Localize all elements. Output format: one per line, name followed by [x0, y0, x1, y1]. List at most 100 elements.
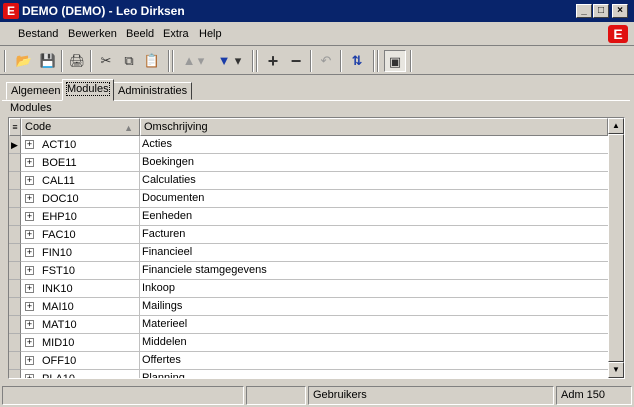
- expand-icon[interactable]: +: [25, 248, 34, 257]
- table-row[interactable]: + EHP10 Eenheden: [9, 208, 608, 226]
- row-selector[interactable]: [9, 190, 21, 208]
- tab-administraties[interactable]: Administraties: [113, 82, 193, 100]
- app-icon[interactable]: E: [3, 3, 19, 19]
- table-row[interactable]: + FST10 Financiele stamgegevens: [9, 262, 608, 280]
- expand-icon[interactable]: +: [25, 302, 34, 311]
- cell-code[interactable]: + OFF10: [21, 352, 140, 370]
- menu-extra[interactable]: Extra: [163, 28, 189, 40]
- row-selector[interactable]: [9, 208, 21, 226]
- open-folder-icon[interactable]: 📂: [13, 50, 35, 72]
- row-selector[interactable]: [9, 154, 21, 172]
- cell-code[interactable]: + FAC10: [21, 226, 140, 244]
- cell-omschrijving[interactable]: Acties: [140, 136, 608, 154]
- cell-omschrijving[interactable]: Mailings: [140, 298, 608, 316]
- expand-icon[interactable]: +: [25, 374, 34, 378]
- expand-icon[interactable]: +: [25, 140, 34, 149]
- column-header-omschrijving[interactable]: Omschrijving: [140, 118, 608, 136]
- paste-icon[interactable]: 📋: [141, 50, 163, 72]
- dropdown-icon[interactable]: ▾: [232, 50, 244, 72]
- table-row[interactable]: + MID10 Middelen: [9, 334, 608, 352]
- table-row[interactable]: + BOE11 Boekingen: [9, 154, 608, 172]
- tab-modules[interactable]: Modules: [62, 79, 114, 101]
- cell-code[interactable]: + FST10: [21, 262, 140, 280]
- close-button[interactable]: ×: [612, 4, 628, 18]
- cell-code[interactable]: + CAL11: [21, 172, 140, 190]
- expand-icon[interactable]: +: [25, 338, 34, 347]
- row-selector[interactable]: [9, 244, 21, 262]
- print-icon[interactable]: 🖨: [66, 50, 88, 72]
- cell-omschrijving[interactable]: Eenheden: [140, 208, 608, 226]
- cell-code[interactable]: + MID10: [21, 334, 140, 352]
- row-selector[interactable]: [9, 262, 21, 280]
- panel-icon[interactable]: ▣: [384, 50, 406, 72]
- table-row[interactable]: + PLA10 Planning: [9, 370, 608, 378]
- cell-code[interactable]: + INK10: [21, 280, 140, 298]
- add-icon[interactable]: +: [262, 50, 284, 72]
- table-row[interactable]: + DOC10 Documenten: [9, 190, 608, 208]
- expand-icon[interactable]: +: [25, 284, 34, 293]
- menu-help[interactable]: Help: [199, 28, 222, 40]
- table-row[interactable]: + FAC10 Facturen: [9, 226, 608, 244]
- row-selector[interactable]: [9, 280, 21, 298]
- scroll-up-button[interactable]: ▲: [608, 118, 624, 134]
- modules-grid[interactable]: ≡ Code ▲ Omschrijving ▶ + ACT10 Acties + BOE1…: [8, 117, 625, 379]
- menu-bewerken[interactable]: Bewerken: [68, 28, 117, 40]
- cell-code[interactable]: + ACT10: [21, 136, 140, 154]
- row-selector[interactable]: [9, 352, 21, 370]
- scroll-down-button[interactable]: ▼: [608, 362, 624, 378]
- cut-icon[interactable]: ✂: [95, 50, 117, 72]
- cell-omschrijving[interactable]: Calculaties: [140, 172, 608, 190]
- cell-code[interactable]: + FIN10: [21, 244, 140, 262]
- table-row[interactable]: ▶ + ACT10 Acties: [9, 136, 608, 154]
- row-selector[interactable]: [9, 172, 21, 190]
- row-selector[interactable]: [9, 226, 21, 244]
- row-selector[interactable]: [9, 370, 21, 378]
- expand-icon[interactable]: +: [25, 356, 34, 365]
- minimize-button[interactable]: _: [576, 4, 592, 18]
- cell-omschrijving[interactable]: Offertes: [140, 352, 608, 370]
- expand-icon[interactable]: +: [25, 230, 34, 239]
- tab-algemeen[interactable]: Algemeen: [6, 82, 66, 100]
- cell-omschrijving[interactable]: Financieel: [140, 244, 608, 262]
- maximize-button[interactable]: □: [593, 4, 609, 18]
- expand-icon[interactable]: +: [25, 320, 34, 329]
- table-row[interactable]: + MAI10 Mailings: [9, 298, 608, 316]
- vertical-scrollbar[interactable]: ▲ ▼: [608, 118, 624, 378]
- cell-code[interactable]: + EHP10: [21, 208, 140, 226]
- dropdown-icon[interactable]: ▾: [195, 50, 207, 72]
- cell-omschrijving[interactable]: Materieel: [140, 316, 608, 334]
- cell-code[interactable]: + MAI10: [21, 298, 140, 316]
- column-header-code[interactable]: Code ▲: [21, 118, 140, 136]
- expand-icon[interactable]: +: [25, 158, 34, 167]
- cell-omschrijving[interactable]: Facturen: [140, 226, 608, 244]
- cell-omschrijving[interactable]: Documenten: [140, 190, 608, 208]
- current-row-indicator-icon[interactable]: ▶: [9, 136, 21, 154]
- copy-icon[interactable]: ⧉: [118, 50, 140, 72]
- cell-omschrijving[interactable]: Middelen: [140, 334, 608, 352]
- cell-code[interactable]: + MAT10: [21, 316, 140, 334]
- undo-icon[interactable]: ↶: [315, 50, 337, 72]
- cell-omschrijving[interactable]: Boekingen: [140, 154, 608, 172]
- table-row[interactable]: + MAT10 Materieel: [9, 316, 608, 334]
- menu-beeld[interactable]: Beeld: [126, 28, 154, 40]
- cell-code[interactable]: + DOC10: [21, 190, 140, 208]
- cell-omschrijving[interactable]: Planning: [140, 370, 608, 378]
- menu-bestand[interactable]: Bestand: [18, 28, 58, 40]
- scroll-thumb[interactable]: [608, 134, 624, 362]
- cell-code[interactable]: + PLA10: [21, 370, 140, 378]
- expand-icon[interactable]: +: [25, 212, 34, 221]
- expand-icon[interactable]: +: [25, 194, 34, 203]
- expand-icon[interactable]: +: [25, 266, 34, 275]
- save-icon[interactable]: 💾: [37, 50, 59, 72]
- cell-omschrijving[interactable]: Inkoop: [140, 280, 608, 298]
- table-row[interactable]: + OFF10 Offertes: [9, 352, 608, 370]
- row-selector[interactable]: [9, 334, 21, 352]
- table-row[interactable]: + INK10 Inkoop: [9, 280, 608, 298]
- table-row[interactable]: + CAL11 Calculaties: [9, 172, 608, 190]
- column-chooser-icon[interactable]: ≡: [9, 118, 21, 136]
- table-row[interactable]: + FIN10 Financieel: [9, 244, 608, 262]
- row-selector[interactable]: [9, 316, 21, 334]
- remove-icon[interactable]: −: [285, 50, 307, 72]
- refresh-icon[interactable]: ⇅: [346, 50, 368, 72]
- expand-icon[interactable]: +: [25, 176, 34, 185]
